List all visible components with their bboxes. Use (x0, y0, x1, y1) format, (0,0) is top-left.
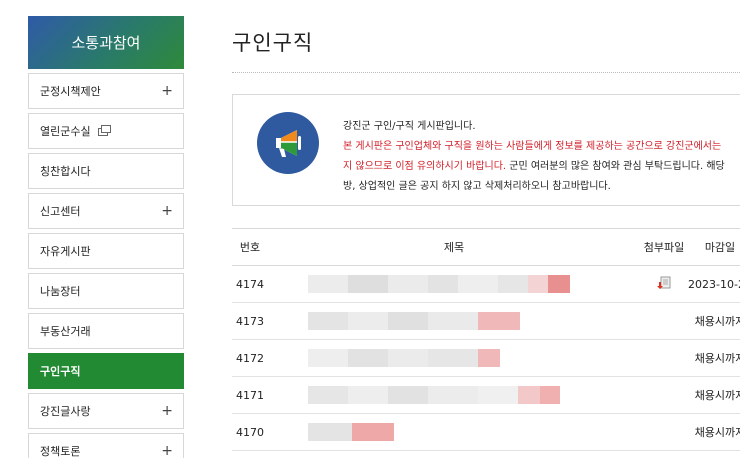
sidebar-item-label: 신고센터 (40, 205, 81, 218)
row-deadline: 채용시까지 (694, 426, 740, 439)
page-title: 구인구직 (232, 31, 314, 55)
sidebar-item-label: 구인구직 (40, 365, 81, 378)
notice-text: 강진군 구인/구직 게시판입니다. 본 게시판은 구인업체와 구직을 원하는 사… (343, 117, 725, 197)
sidebar-nav: 소통과참여 군정시책제안 + 열린군수실 칭찬합시다 신고센터 + 자유게시판 … (28, 16, 184, 458)
sidebar-item-policy-proposal[interactable]: 군정시책제안 + (28, 73, 184, 109)
expand-plus-icon[interactable]: + (161, 204, 173, 218)
sidebar-item-label: 칭찬합시다 (40, 165, 91, 178)
sidebar-item-real-estate[interactable]: 부동산거래 (28, 313, 184, 349)
notice-line: 지 않으므로 이점 유의하시기 바랍니다. 군민 여러분의 많은 참여와 관심 … (343, 157, 725, 177)
row-title-redacted[interactable] (268, 377, 640, 413)
new-window-icon (98, 125, 112, 136)
sidebar-item-policy-debate[interactable]: 정책토론 + (28, 433, 184, 458)
row-deadline: 채용시까지 (694, 352, 740, 365)
column-header-attachment: 첨부파일 (643, 241, 685, 254)
row-number: 4173 (236, 314, 264, 328)
table-row[interactable]: 4174 2023-10-25 (232, 266, 740, 303)
table-row[interactable]: 4171 채용시까지 (232, 377, 740, 414)
notice-line: 강진군 구인/구직 게시판입니다. (343, 121, 476, 132)
notice-line-warning: 본 게시판은 구인업체와 구직을 원하는 사람들에게 정보를 제공하는 공간으로… (343, 141, 722, 152)
row-title-redacted[interactable] (268, 266, 640, 302)
sidebar-item-label: 열린군수실 (40, 125, 91, 138)
table-row[interactable]: 4170 채용시까지 (232, 414, 740, 451)
row-number: 4170 (236, 425, 264, 439)
column-header-title: 제목 (443, 241, 465, 254)
notice-warning-fragment: 지 않으므로 이점 유의하시기 바랍니다. (343, 161, 507, 172)
megaphone-icon (257, 112, 319, 174)
expand-plus-icon[interactable]: + (161, 444, 173, 458)
row-number: 4171 (236, 388, 264, 402)
expand-plus-icon[interactable]: + (161, 84, 173, 98)
sidebar-item-label: 자유게시판 (40, 245, 91, 258)
notice-fragment: 군민 여러분의 많은 참여와 관심 부탁드립니다. 해당 (506, 161, 725, 172)
sidebar-item-gangjin-writing[interactable]: 강진글사랑 + (28, 393, 184, 429)
sidebar-header: 소통과참여 (28, 16, 184, 69)
table-row[interactable]: 4173 채용시까지 (232, 303, 740, 340)
column-header-deadline: 마감일 (704, 241, 736, 254)
sidebar-item-label: 정책토론 (40, 445, 81, 458)
row-deadline: 채용시까지 (694, 315, 740, 328)
sidebar-item-sharing-market[interactable]: 나눔장터 (28, 273, 184, 309)
row-title-redacted[interactable] (268, 303, 640, 339)
row-deadline: 2023-10-25 (688, 277, 740, 291)
sidebar-item-label: 군정시책제안 (40, 85, 101, 98)
sidebar-item-label: 나눔장터 (40, 285, 81, 298)
column-header-number: 번호 (239, 241, 261, 254)
expand-plus-icon[interactable]: + (161, 404, 173, 418)
table-header: 번호 제목 첨부파일 마감일 (232, 228, 740, 266)
sidebar-item-report-center[interactable]: 신고센터 + (28, 193, 184, 229)
sidebar-item-label: 강진글사랑 (40, 405, 91, 418)
title-divider (232, 72, 740, 73)
job-board-table: 번호 제목 첨부파일 마감일 4174 2023-10-25 417 (232, 228, 740, 451)
file-download-icon (657, 276, 671, 289)
notice-box: 강진군 구인/구직 게시판입니다. 본 게시판은 구인업체와 구직을 원하는 사… (232, 94, 740, 206)
row-title-redacted[interactable] (268, 340, 640, 376)
row-number: 4172 (236, 351, 264, 365)
row-deadline: 채용시까지 (694, 389, 740, 402)
row-title-redacted[interactable] (268, 414, 640, 450)
main-content: 구인구직 강진군 구인/구직 게시판입니다. 본 게시판은 구인업체와 구직을 … (232, 0, 740, 458)
sidebar-item-free-board[interactable]: 자유게시판 (28, 233, 184, 269)
row-number: 4174 (236, 277, 264, 291)
table-row[interactable]: 4172 채용시까지 (232, 340, 740, 377)
sidebar-item-jobs[interactable]: 구인구직 (28, 353, 184, 389)
sidebar-item-praise[interactable]: 칭찬합시다 (28, 153, 184, 189)
notice-line: 방, 상업적인 글은 공지 하지 않고 삭제처리하오니 참고바랍니다. (343, 181, 611, 192)
sidebar-item-open-governor[interactable]: 열린군수실 (28, 113, 184, 149)
attachment-cell[interactable] (640, 276, 688, 293)
sidebar-item-label: 부동산거래 (40, 325, 91, 338)
